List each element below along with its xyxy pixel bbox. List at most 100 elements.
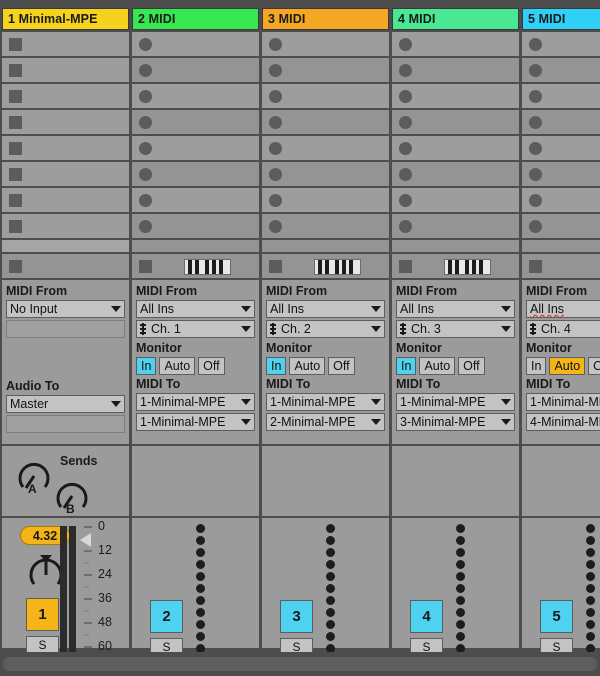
record-circle-icon[interactable] bbox=[269, 116, 282, 129]
chevron-down-icon[interactable] bbox=[371, 419, 381, 425]
stop-all-square-icon[interactable] bbox=[139, 260, 152, 273]
clip-slot[interactable] bbox=[2, 136, 129, 162]
record-circle-icon[interactable] bbox=[399, 142, 412, 155]
track-title-1[interactable]: 1 Minimal-MPE bbox=[2, 8, 129, 30]
track-status-row-2[interactable] bbox=[132, 254, 259, 280]
stop-square-icon[interactable] bbox=[9, 142, 22, 155]
io-channel-chooser[interactable]: Ch. 2 bbox=[266, 320, 385, 338]
stop-all-square-icon[interactable] bbox=[529, 260, 542, 273]
clip-slot[interactable] bbox=[392, 110, 519, 136]
record-circle-icon[interactable] bbox=[269, 90, 282, 103]
volume-fader-handle[interactable] bbox=[80, 533, 91, 547]
record-circle-icon[interactable] bbox=[269, 142, 282, 155]
chevron-down-icon[interactable] bbox=[241, 399, 251, 405]
stop-square-icon[interactable] bbox=[9, 64, 22, 77]
clip-slot[interactable] bbox=[392, 214, 519, 240]
track-status-row-4[interactable] bbox=[392, 254, 519, 280]
chevron-down-icon[interactable] bbox=[241, 306, 251, 312]
record-circle-icon[interactable] bbox=[529, 64, 542, 77]
stop-square-icon[interactable] bbox=[9, 38, 22, 51]
record-circle-icon[interactable] bbox=[399, 168, 412, 181]
stop-square-icon[interactable] bbox=[9, 220, 22, 233]
clip-slot[interactable] bbox=[2, 110, 129, 136]
clip-slot[interactable] bbox=[262, 110, 389, 136]
record-circle-icon[interactable] bbox=[139, 194, 152, 207]
clip-slot[interactable] bbox=[2, 214, 129, 240]
clip-slot[interactable] bbox=[2, 32, 129, 58]
clip-slot[interactable] bbox=[132, 110, 259, 136]
chevron-down-icon[interactable] bbox=[501, 326, 511, 332]
record-circle-icon[interactable] bbox=[269, 64, 282, 77]
clip-slot[interactable] bbox=[392, 136, 519, 162]
io-channel-chooser[interactable]: Ch. 1 bbox=[136, 320, 255, 338]
track-activator-button[interactable]: 5 bbox=[540, 600, 573, 633]
clip-slot[interactable] bbox=[392, 58, 519, 84]
monitor-button-auto[interactable]: Auto bbox=[159, 357, 195, 375]
clip-slot[interactable] bbox=[132, 162, 259, 188]
io-from-chooser[interactable]: All Ins bbox=[526, 300, 600, 318]
monitor-button-in[interactable]: In bbox=[136, 357, 156, 375]
send-knob-a[interactable]: A bbox=[16, 458, 52, 494]
clip-slot[interactable] bbox=[262, 214, 389, 240]
track-activator-button[interactable]: 2 bbox=[150, 600, 183, 633]
track-title-2[interactable]: 2 MIDI bbox=[132, 8, 259, 30]
record-circle-icon[interactable] bbox=[399, 64, 412, 77]
io-channel-chooser[interactable]: Ch. 4 bbox=[526, 320, 600, 338]
chevron-down-icon[interactable] bbox=[501, 419, 511, 425]
clip-slot[interactable] bbox=[522, 136, 600, 162]
chevron-down-icon[interactable] bbox=[241, 326, 251, 332]
record-circle-icon[interactable] bbox=[269, 220, 282, 233]
clip-slot[interactable] bbox=[132, 188, 259, 214]
record-circle-icon[interactable] bbox=[269, 168, 282, 181]
clip-slot[interactable] bbox=[522, 58, 600, 84]
record-circle-icon[interactable] bbox=[529, 194, 542, 207]
io-from-chooser[interactable]: All Ins bbox=[136, 300, 255, 318]
clip-slot[interactable] bbox=[392, 32, 519, 58]
record-circle-icon[interactable] bbox=[269, 194, 282, 207]
chevron-down-icon[interactable] bbox=[371, 306, 381, 312]
stop-square-icon[interactable] bbox=[9, 90, 22, 103]
record-circle-icon[interactable] bbox=[529, 38, 542, 51]
track-status-row-1[interactable] bbox=[2, 254, 129, 280]
record-circle-icon[interactable] bbox=[529, 142, 542, 155]
clip-slot[interactable] bbox=[132, 136, 259, 162]
clip-slot[interactable] bbox=[522, 162, 600, 188]
monitor-button-off[interactable]: Off bbox=[198, 357, 224, 375]
io-to-chooser[interactable]: 1-Minimal-MPE bbox=[136, 393, 255, 411]
io-to-chooser[interactable]: 1-Minimal-MPE bbox=[396, 393, 515, 411]
record-circle-icon[interactable] bbox=[139, 90, 152, 103]
track-status-row-3[interactable] bbox=[262, 254, 389, 280]
io-to-chooser[interactable]: 1-Minimal-MPE bbox=[266, 393, 385, 411]
io-to-chooser[interactable]: Master bbox=[6, 395, 125, 413]
horizontal-scrollbar-thumb[interactable] bbox=[3, 657, 597, 671]
chevron-down-icon[interactable] bbox=[501, 306, 511, 312]
record-circle-icon[interactable] bbox=[269, 38, 282, 51]
io-to-sub-chooser[interactable]: 1-Minimal-MPE bbox=[136, 413, 255, 431]
io-to-sub-chooser[interactable] bbox=[6, 415, 125, 433]
track-activator-button[interactable]: 4 bbox=[410, 600, 443, 633]
monitor-button-in[interactable]: In bbox=[266, 357, 286, 375]
io-from-chooser[interactable]: All Ins bbox=[266, 300, 385, 318]
stop-all-square-icon[interactable] bbox=[269, 260, 282, 273]
record-circle-icon[interactable] bbox=[399, 90, 412, 103]
record-circle-icon[interactable] bbox=[399, 38, 412, 51]
chevron-down-icon[interactable] bbox=[241, 419, 251, 425]
clip-slot[interactable] bbox=[262, 58, 389, 84]
clip-slot[interactable] bbox=[522, 32, 600, 58]
record-circle-icon[interactable] bbox=[399, 220, 412, 233]
track-title-5[interactable]: 5 MIDI bbox=[522, 8, 600, 30]
clip-slot[interactable] bbox=[522, 84, 600, 110]
chevron-down-icon[interactable] bbox=[111, 306, 121, 312]
clip-slot[interactable] bbox=[2, 58, 129, 84]
clip-slot[interactable] bbox=[132, 84, 259, 110]
clip-slot[interactable] bbox=[262, 162, 389, 188]
io-from-chooser[interactable]: No Input bbox=[6, 300, 125, 318]
track-title-4[interactable]: 4 MIDI bbox=[392, 8, 519, 30]
record-circle-icon[interactable] bbox=[139, 116, 152, 129]
chevron-down-icon[interactable] bbox=[501, 399, 511, 405]
clip-slot[interactable] bbox=[2, 188, 129, 214]
stop-all-square-icon[interactable] bbox=[9, 260, 22, 273]
stop-square-icon[interactable] bbox=[9, 194, 22, 207]
track-status-row-5[interactable] bbox=[522, 254, 600, 280]
clip-slot[interactable] bbox=[262, 32, 389, 58]
